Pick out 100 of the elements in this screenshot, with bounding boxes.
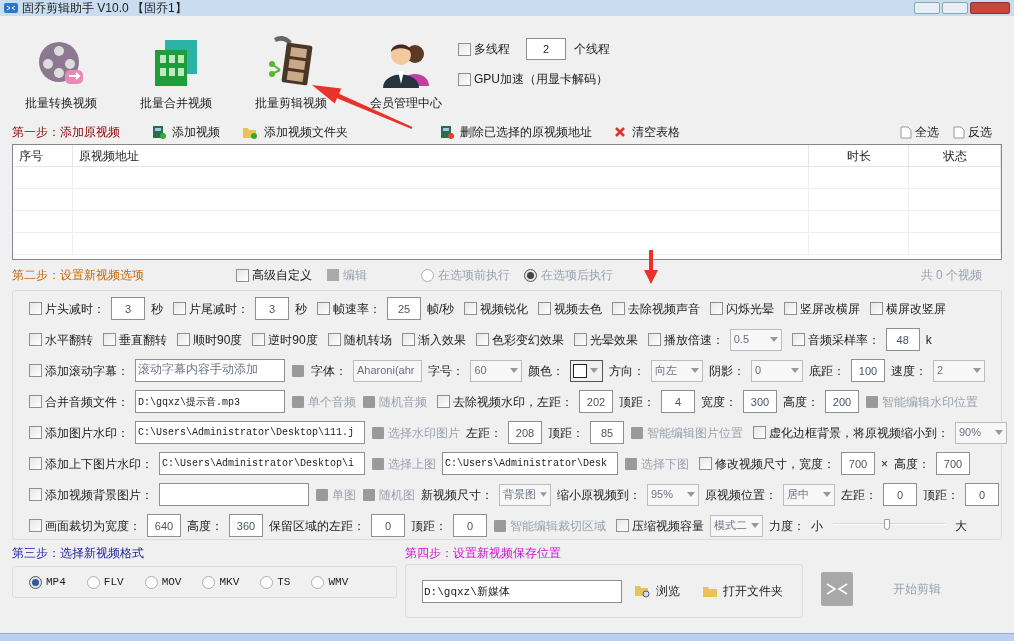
checkbox[interactable]: 垂直翻转 (103, 330, 167, 349)
checkbox[interactable]: 高级自定义 (236, 266, 312, 284)
field-label: 左距： (466, 424, 502, 442)
folder-button[interactable]: 打开文件夹 (702, 582, 783, 600)
number-field[interactable]: 300 (743, 390, 777, 413)
number-field[interactable]: 0 (453, 514, 487, 537)
checkbox[interactable]: 添加图片水印： (29, 423, 129, 442)
number-field[interactable]: 360 (229, 514, 263, 537)
number-field[interactable]: 4 (661, 390, 695, 413)
maximize-button[interactable] (942, 2, 968, 14)
dropdown[interactable]: 居中 (783, 483, 835, 506)
checkbox[interactable]: 色彩变幻效果 (475, 330, 564, 349)
checkbox[interactable]: 多线程 (458, 40, 510, 58)
number-field[interactable]: 640 (147, 514, 181, 537)
number-field[interactable]: 700 (936, 452, 970, 475)
dropdown[interactable]: 0.5 (729, 328, 782, 351)
number-field[interactable]: 0 (965, 483, 999, 506)
text-field[interactable]: C:\Users\Administrator\Desk (442, 452, 618, 475)
minimize-button[interactable] (914, 2, 940, 14)
checkbox[interactable]: 添加上下图片水印： (29, 454, 153, 473)
number-field[interactable]: 202 (579, 390, 613, 413)
toolbar-button[interactable]: 删除已选择的原视频地址 (440, 123, 592, 141)
checkbox[interactable]: 水平翻转 (29, 330, 93, 349)
checkbox[interactable]: 修改视频尺寸，宽度： (699, 454, 835, 473)
checkbox[interactable]: 闪烁光晕 (710, 299, 775, 318)
field-label: 顶距： (411, 517, 447, 535)
number-field[interactable]: 85 (590, 421, 624, 444)
radio-button[interactable]: WMV (311, 573, 349, 591)
number-field[interactable]: 200 (825, 390, 859, 413)
path-field[interactable]: D:\gqxz\新媒体 (422, 579, 622, 603)
dropdown[interactable]: Aharoni(ahr (353, 359, 423, 382)
dropdown[interactable]: 向左 (651, 359, 703, 382)
checkbox[interactable]: 音频采样率： (791, 330, 880, 349)
toolbar-button[interactable]: 添加视频文件夹 (242, 123, 348, 141)
step-title: 第一步：添加原视频 (12, 124, 121, 141)
checkbox[interactable]: 竖屏改横屏 (784, 299, 861, 318)
radio-button[interactable]: FLV (86, 573, 124, 591)
color-picker[interactable] (570, 359, 603, 382)
text-field[interactable] (159, 483, 309, 506)
text-field[interactable]: C:\Users\Administrator\Desktop\i (159, 452, 365, 475)
number-field[interactable]: 3 (255, 297, 289, 320)
checkbox[interactable]: GPU加速（用显卡解码） (458, 70, 608, 88)
text-field[interactable]: 滚动字幕内容手动添加 (135, 359, 285, 382)
checkbox[interactable]: 视频锐化 (464, 299, 529, 318)
close-button[interactable] (970, 2, 1010, 14)
radio-button[interactable]: MOV (144, 573, 182, 591)
radio-button[interactable]: TS (260, 573, 291, 591)
folder-button[interactable]: 浏览 (634, 582, 680, 600)
toolbar-button[interactable]: 反选 (953, 123, 992, 141)
toolbar-button[interactable]: 添加视频 (152, 123, 220, 141)
number-field[interactable]: 25 (387, 297, 421, 320)
checkbox[interactable]: 帧速率： (317, 299, 381, 318)
checkbox[interactable]: 片头减时： (29, 299, 105, 318)
checkbox[interactable]: 去除视频水印，左距： (437, 392, 573, 411)
dropdown[interactable]: 60 (470, 359, 523, 382)
radio-button[interactable]: MKV (202, 573, 240, 591)
number-field[interactable]: 0 (371, 514, 405, 537)
slider-thumb[interactable] (883, 518, 890, 530)
dropdown[interactable]: 95% (647, 483, 699, 506)
column-header[interactable]: 序号 (13, 145, 73, 166)
checkbox[interactable]: 压缩视频容量 (616, 516, 704, 535)
checkbox[interactable]: 渐入效果 (401, 330, 466, 349)
checkbox[interactable]: 视频去色 (538, 299, 603, 318)
checkbox[interactable]: 去除视频声音 (612, 299, 701, 318)
checkbox[interactable]: 随机转场 (327, 330, 392, 349)
number-field[interactable]: 2 (526, 38, 566, 60)
text-field[interactable]: D:\gqxz\提示音.mp3 (135, 390, 285, 413)
checkbox[interactable]: 虚化边框背景，将原视频缩小到： (753, 423, 949, 442)
toolbar-button[interactable]: 清空表格 (614, 123, 680, 141)
checkbox[interactable]: 添加滚动字幕： (29, 361, 129, 380)
column-header[interactable]: 时长 (809, 145, 909, 166)
number-field[interactable]: 48 (885, 328, 920, 351)
checkbox[interactable]: 顺时90度 (177, 330, 243, 349)
column-header[interactable]: 状态 (909, 145, 1001, 166)
column-header[interactable]: 原视频地址 (73, 145, 809, 166)
toolbar-button[interactable]: 批量转换视频 (3, 20, 118, 116)
number-field[interactable]: 100 (851, 359, 885, 382)
number-field[interactable]: 0 (883, 483, 917, 506)
number-field[interactable]: 3 (111, 297, 145, 320)
dropdown[interactable]: 模式二 (710, 514, 763, 537)
checkbox[interactable]: 光晕效果 (573, 330, 638, 349)
field-label: 大 (955, 517, 967, 535)
checkbox[interactable]: 添加视频背景图片： (29, 485, 153, 504)
checkbox[interactable]: 画面裁切为宽度： (29, 516, 141, 535)
dropdown[interactable]: 0 (751, 359, 803, 382)
field-label: 宽度： (701, 393, 737, 411)
dropdown[interactable]: 2 (933, 359, 985, 382)
checkbox[interactable]: 逆时90度 (252, 330, 318, 349)
dropdown[interactable]: 90% (955, 421, 1007, 444)
radio-button[interactable]: MP4 (29, 573, 66, 591)
checkbox[interactable]: 合并音频文件： (29, 392, 129, 411)
dropdown[interactable]: 背景图 (499, 483, 551, 506)
toolbar-button[interactable]: 全选 (900, 123, 939, 141)
toolbar-button[interactable]: 批量合并视频 (118, 20, 233, 116)
checkbox[interactable]: 横屏改竖屏 (870, 299, 947, 318)
checkbox[interactable]: 播放倍速： (647, 330, 724, 349)
text-field[interactable]: C:\Users\Administrator\Desktop\111.j (135, 421, 365, 444)
checkbox[interactable]: 片尾减时： (173, 299, 249, 318)
number-field[interactable]: 700 (841, 452, 875, 475)
number-field[interactable]: 208 (508, 421, 542, 444)
